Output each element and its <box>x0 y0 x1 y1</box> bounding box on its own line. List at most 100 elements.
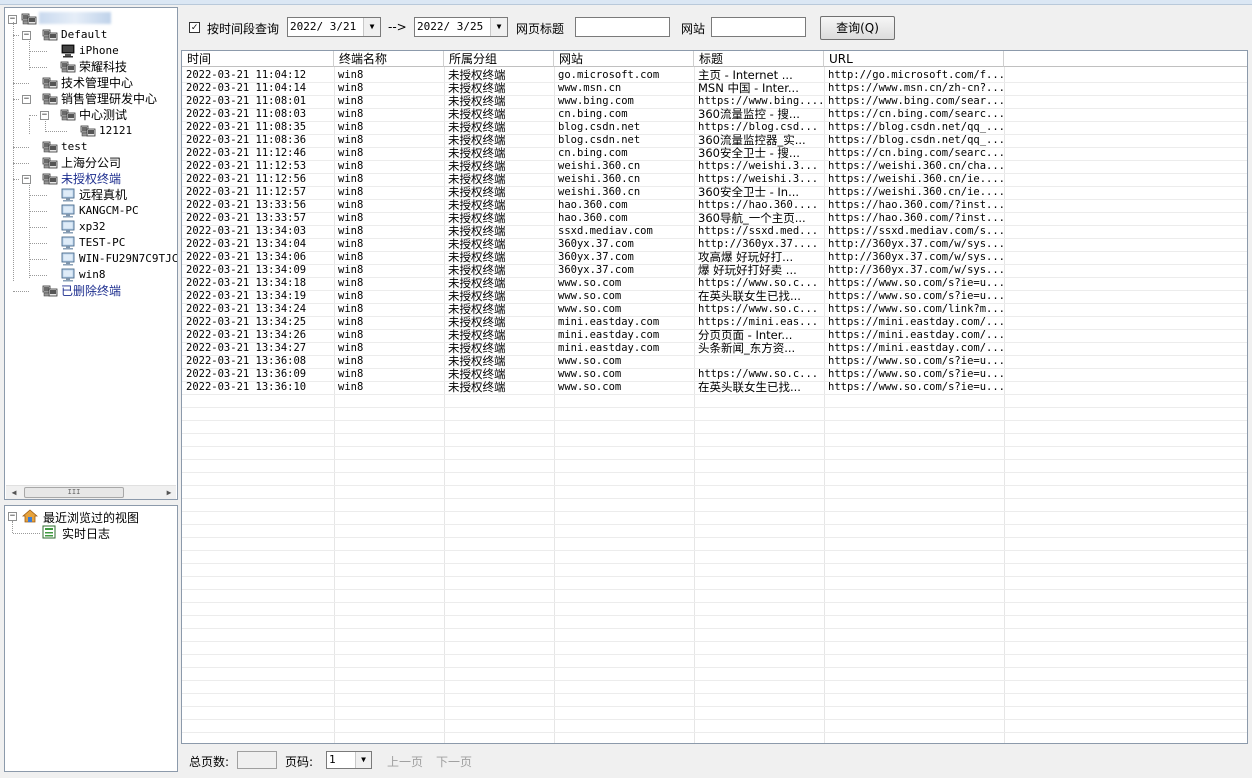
table-row[interactable]: 2022-03-21 11:04:14 win8 未授权终端 www.msn.cn MS… <box>182 82 1247 95</box>
chevron-down-icon[interactable]: ▼ <box>363 18 380 36</box>
collapse-icon[interactable]: − <box>8 512 17 521</box>
tree-item-label[interactable]: win8 <box>79 267 106 283</box>
table-row[interactable]: 2022-03-21 13:34:19 win8 未授权终端 www.so.com 在英… <box>182 290 1247 303</box>
tree-item-label[interactable]: 远程真机 <box>79 187 127 203</box>
page-title-input[interactable] <box>575 17 670 37</box>
collapse-icon[interactable]: − <box>40 111 49 120</box>
table-row[interactable]: 2022-03-21 13:36:09 win8 未授权终端 www.so.com ht… <box>182 368 1247 381</box>
views-tree[interactable]: − 最近浏览过的视图 实时日志 <box>4 505 178 772</box>
column-header-2[interactable]: 所属分组 <box>444 51 554 67</box>
scroll-left-icon[interactable]: ◀ <box>8 487 20 499</box>
tree-item[interactable]: 荣耀科技 <box>5 59 175 75</box>
collapse-icon[interactable]: − <box>22 175 31 184</box>
tree-item[interactable]: 上海分公司 <box>5 155 175 171</box>
tree-item[interactable]: test <box>5 139 175 155</box>
next-page-button[interactable]: 下一页 <box>436 753 472 770</box>
tree-item-label[interactable]: 上海分公司 <box>61 155 121 171</box>
table-row[interactable]: 2022-03-21 11:12:46 win8 未授权终端 cn.bing.com 3… <box>182 147 1247 160</box>
table-row[interactable]: 2022-03-21 13:34:24 win8 未授权终端 www.so.com ht… <box>182 303 1247 316</box>
table-row[interactable]: 2022-03-21 13:34:18 win8 未授权终端 www.so.com ht… <box>182 277 1247 290</box>
tree-item-label[interactable]: test <box>61 139 88 155</box>
table-row[interactable]: 2022-03-21 11:08:03 win8 未授权终端 cn.bing.com 3… <box>182 108 1247 121</box>
tree-item-label[interactable]: 12121 <box>99 123 132 139</box>
column-header-4[interactable]: 标题 <box>694 51 824 67</box>
tree-item[interactable]: 技术管理中心 <box>5 75 175 91</box>
terminal-tree[interactable]: ◀ III ▶ − − Default iPhone 荣耀科技 技术管理中心 − 销售管理研发… <box>4 7 178 500</box>
table-row[interactable]: 2022-03-21 11:12:57 win8 未授权终端 weishi.360.c… <box>182 186 1247 199</box>
table-cell: https://weishi.360.cn/cha... <box>828 160 1004 172</box>
column-header-1[interactable]: 终端名称 <box>334 51 444 67</box>
tree-item[interactable]: 远程真机 <box>5 187 175 203</box>
group-icon <box>42 141 58 153</box>
site-input[interactable] <box>711 17 806 37</box>
table-row[interactable]: 2022-03-21 13:36:10 win8 未授权终端 www.so.com 在英… <box>182 381 1247 394</box>
table-row[interactable]: 2022-03-21 13:33:56 win8 未授权终端 hao.360.com h… <box>182 199 1247 212</box>
chevron-down-icon[interactable]: ▼ <box>355 752 371 768</box>
tree-item-label[interactable]: 未授权终端 <box>61 171 121 187</box>
tree-item-label[interactable]: 技术管理中心 <box>61 75 133 91</box>
table-row[interactable]: 2022-03-21 11:12:53 win8 未授权终端 weishi.360.c… <box>182 160 1247 173</box>
column-header-5[interactable]: URL <box>824 51 1004 67</box>
tree-root-label[interactable] <box>39 12 111 24</box>
tree-item[interactable]: 已删除终端 <box>5 283 175 299</box>
date-from-picker[interactable]: 2022/ 3/21 ▼ <box>287 17 381 37</box>
tree-item[interactable]: TEST-PC <box>5 235 175 251</box>
tree-item-label[interactable]: iPhone <box>79 43 119 59</box>
table-row[interactable]: 2022-03-21 13:34:27 win8 未授权终端 mini.eastday… <box>182 342 1247 355</box>
table-row[interactable]: 2022-03-21 11:12:56 win8 未授权终端 weishi.360.c… <box>182 173 1247 186</box>
tree-item-label[interactable]: 销售管理研发中心 <box>61 91 157 107</box>
table-row[interactable]: 2022-03-21 11:08:36 win8 未授权终端 blog.csdn.ne… <box>182 134 1247 147</box>
table-row[interactable]: 2022-03-21 13:33:57 win8 未授权终端 hao.360.com 3… <box>182 212 1247 225</box>
collapse-icon[interactable]: − <box>22 95 31 104</box>
tree-item[interactable]: KANGCM-PC <box>5 203 175 219</box>
tree-item-label[interactable]: 荣耀科技 <box>79 59 127 75</box>
browsing-log-table[interactable]: 时间 终端名称 所属分组 网站 标题 URL 2022-03-21 11:04:12 win… <box>181 50 1248 744</box>
table-row[interactable]: 2022-03-21 13:34:03 win8 未授权终端 ssxd.mediav.… <box>182 225 1247 238</box>
scroll-right-icon[interactable]: ▶ <box>163 487 175 499</box>
table-row[interactable]: 2022-03-21 13:34:25 win8 未授权终端 mini.eastday… <box>182 316 1247 329</box>
table-row[interactable]: 2022-03-21 13:34:09 win8 未授权终端 360yx.37.com… <box>182 264 1247 277</box>
row-divider <box>182 433 1247 434</box>
table-cell: win8 <box>338 316 364 328</box>
prev-page-button[interactable]: 上一页 <box>387 753 423 770</box>
scroll-thumb[interactable]: III <box>24 487 124 498</box>
time-range-checkbox[interactable]: ✓ <box>189 22 200 33</box>
tree-item[interactable]: WIN-FU29N7C9TJC <box>5 251 177 267</box>
table-cell: win8 <box>338 160 364 172</box>
group-icon <box>42 93 58 105</box>
date-to-picker[interactable]: 2022/ 3/25 ▼ <box>414 17 508 37</box>
tree-item[interactable]: win8 <box>5 267 175 283</box>
table-row[interactable]: 2022-03-21 13:34:06 win8 未授权终端 360yx.37.com… <box>182 251 1247 264</box>
tree-item[interactable]: xp32 <box>5 219 175 235</box>
tree-item[interactable]: − 销售管理研发中心 <box>5 91 175 107</box>
table-row[interactable]: 2022-03-21 11:04:12 win8 未授权终端 go.microsoft… <box>182 69 1247 82</box>
tree-item-label[interactable]: 已删除终端 <box>61 283 121 299</box>
tree-item[interactable]: iPhone <box>5 43 175 59</box>
tree-horizontal-scrollbar[interactable]: ◀ III ▶ <box>6 485 176 499</box>
query-button[interactable]: 查询(Q) <box>820 16 895 40</box>
tree-item-label[interactable]: TEST-PC <box>79 235 125 251</box>
chevron-down-icon[interactable]: ▼ <box>490 18 507 36</box>
table-row[interactable]: 2022-03-21 13:34:04 win8 未授权终端 360yx.37.com… <box>182 238 1247 251</box>
table-row[interactable]: 2022-03-21 13:36:08 win8 未授权终端 www.so.com ht… <box>182 355 1247 368</box>
tree-item-label[interactable]: Default <box>61 27 107 43</box>
table-cell: win8 <box>338 238 364 250</box>
tree-item-label[interactable]: WIN-FU29N7C9TJC <box>79 251 177 267</box>
tree-item-label[interactable]: xp32 <box>79 219 106 235</box>
table-row[interactable]: 2022-03-21 13:34:26 win8 未授权终端 mini.eastday… <box>182 329 1247 342</box>
collapse-icon[interactable]: − <box>22 31 31 40</box>
tree-item[interactable]: − Default <box>5 27 175 43</box>
tree-item[interactable]: 12121 <box>5 123 175 139</box>
tree-item[interactable]: − 中心测试 <box>5 107 175 123</box>
page-number-select[interactable]: 1 ▼ <box>326 751 372 769</box>
column-header-0[interactable]: 时间 <box>182 51 334 67</box>
table-cell: 未授权终端 <box>448 134 506 147</box>
tree-item-label[interactable]: 中心测试 <box>79 107 127 123</box>
table-row[interactable]: 2022-03-21 11:08:01 win8 未授权终端 www.bing.com… <box>182 95 1247 108</box>
column-header-3[interactable]: 网站 <box>554 51 694 67</box>
table-row[interactable]: 2022-03-21 11:08:35 win8 未授权终端 blog.csdn.ne… <box>182 121 1247 134</box>
tree-item[interactable]: − 未授权终端 <box>5 171 175 187</box>
realtime-log-label[interactable]: 实时日志 <box>62 525 110 542</box>
tree-item-label[interactable]: KANGCM-PC <box>79 203 139 219</box>
recent-views-label[interactable]: 最近浏览过的视图 <box>43 509 139 526</box>
